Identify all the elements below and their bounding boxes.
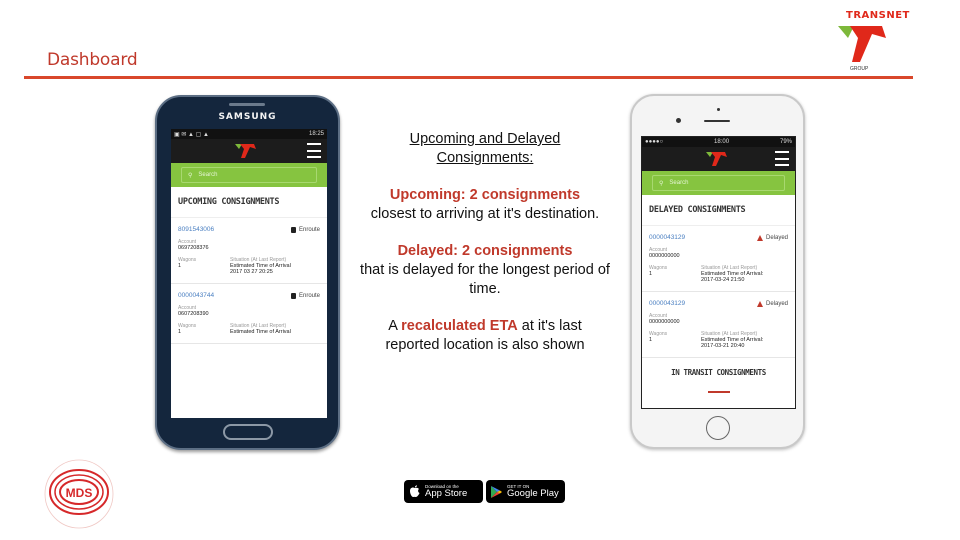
- search-icon: ⚲: [188, 172, 193, 179]
- status-badge: Delayed: [756, 300, 788, 307]
- search-placeholder: Search: [669, 180, 689, 186]
- account-value: 0607208390: [178, 311, 209, 317]
- account-value: 0697208376: [178, 245, 209, 251]
- hamburger-menu-icon[interactable]: [307, 143, 321, 158]
- delayed-description: Delayed: 2 consignments that is delayed f…: [360, 243, 610, 297]
- app-logo-icon: [235, 144, 256, 158]
- in-transit-section-title: IN TRANSIT CONSIGNMENTS: [671, 368, 766, 377]
- mds-emblem-icon: MDS: [44, 459, 114, 529]
- consignment-id[interactable]: 0000043129: [649, 300, 685, 307]
- search-input[interactable]: ⚲ Search: [181, 167, 317, 183]
- home-button: [223, 424, 273, 440]
- google-play-big-text: Google Play: [507, 488, 559, 499]
- transnet-mark-icon: [838, 26, 886, 62]
- app-logo-icon: [706, 152, 727, 166]
- phone-brand: SAMSUNG: [218, 112, 277, 122]
- title-divider: [24, 76, 913, 79]
- wagons-value: 1: [178, 329, 182, 335]
- consignment-id[interactable]: 8091543006: [178, 226, 214, 233]
- train-icon: [290, 292, 296, 299]
- account-value: 0000000000: [649, 253, 680, 259]
- app-store-big-text: App Store: [425, 488, 468, 499]
- iphone-mockup: ●●●●○ 18:00 79% ⚲ Search DELAYED CONSIGN…: [630, 94, 805, 449]
- brand-name: TRANSNET: [846, 10, 910, 21]
- warning-icon: [756, 234, 763, 241]
- status-time: 18:00: [714, 139, 730, 145]
- google-play-icon: [491, 485, 502, 498]
- app-header: [642, 147, 795, 171]
- phone-speaker: [704, 120, 730, 122]
- eta-value: 2017-03-24 21:50: [701, 277, 745, 283]
- eta-value: 2017-03-21 20:40: [701, 343, 745, 349]
- section-title: DELAYED CONSIGNMENTS: [642, 195, 795, 226]
- android-screen: ▣ ✉ ▲ ▢ ▲ 18:25 ⚲ Search UPCOMING CONSIG…: [171, 129, 327, 418]
- app-store-badge[interactable]: Download on the App Store: [404, 480, 483, 503]
- transnet-logo: TRANSNET GROUP: [838, 8, 918, 76]
- consignment-id[interactable]: 0000043129: [649, 234, 685, 241]
- section-title: UPCOMING CONSIGNMENTS: [171, 187, 327, 218]
- consignment-card[interactable]: 8091543006 Enroute Account 0697208376 Wa…: [171, 218, 327, 284]
- description-panel: Upcoming and Delayed Consignments: Upcomi…: [360, 130, 610, 373]
- hamburger-menu-icon[interactable]: [775, 151, 789, 166]
- status-time: 18:25: [308, 131, 324, 137]
- account-value: 0000000000: [649, 319, 680, 325]
- wagons-value: 1: [649, 337, 653, 343]
- mds-logo: MDS: [30, 456, 128, 532]
- consignment-card[interactable]: 0000043129 Delayed Account 0000000000 Wa…: [642, 292, 795, 358]
- search-bar: ⚲ Search: [642, 171, 795, 195]
- train-icon: [290, 226, 296, 233]
- battery-level: 79%: [779, 139, 792, 145]
- search-bar: ⚲ Search: [171, 163, 327, 187]
- notification-icons: ▣ ✉ ▲ ▢ ▲: [174, 131, 209, 138]
- upcoming-description: Upcoming: 2 consignments closest to arriv…: [370, 187, 600, 222]
- status-badge: Delayed: [756, 234, 788, 241]
- status-bar: ●●●●○ 18:00 79%: [642, 137, 795, 147]
- google-play-badge[interactable]: GET IT ON Google Play: [486, 480, 565, 503]
- home-button: [706, 416, 730, 440]
- search-placeholder: Search: [198, 172, 218, 178]
- wagons-value: 1: [649, 271, 653, 277]
- brand-sub: GROUP: [850, 66, 869, 72]
- eta-value: 2017 03 27 20:25: [230, 269, 273, 275]
- description-heading: Upcoming and Delayed Consignments:: [409, 131, 561, 166]
- eta-label: Estimated Time of Arrival: [230, 329, 291, 335]
- consignment-id[interactable]: 0000043744: [178, 292, 214, 299]
- consignment-card[interactable]: 0000043744 Enroute Account 0607208390 Wa…: [171, 284, 327, 344]
- slide-title: Dashboard: [47, 50, 138, 70]
- status-badge: Enroute: [290, 292, 320, 299]
- phone-sensor: [717, 108, 720, 111]
- android-phone-mockup: SAMSUNG ▣ ✉ ▲ ▢ ▲ 18:25 ⚲ Search UPCOMIN…: [155, 95, 340, 450]
- apple-icon: [410, 485, 420, 498]
- ios-screen: ●●●●○ 18:00 79% ⚲ Search DELAYED CONSIGN…: [641, 136, 796, 409]
- status-badge: Enroute: [290, 226, 320, 233]
- phone-camera: [676, 118, 681, 123]
- search-input[interactable]: ⚲ Search: [652, 175, 785, 191]
- carrier-signal: ●●●●○: [645, 139, 664, 145]
- eta-description: A recalculated ETA at it's last reported…: [385, 318, 585, 353]
- wagons-value: 1: [178, 263, 182, 269]
- section-underline: [707, 391, 730, 393]
- mds-text: MDS: [66, 486, 93, 500]
- phone-speaker: [229, 103, 265, 106]
- search-icon: ⚲: [659, 180, 664, 187]
- status-bar: ▣ ✉ ▲ ▢ ▲ 18:25: [171, 129, 327, 139]
- consignment-card[interactable]: 0000043129 Delayed Account 0000000000 Wa…: [642, 226, 795, 292]
- app-header: [171, 139, 327, 163]
- warning-icon: [756, 300, 763, 307]
